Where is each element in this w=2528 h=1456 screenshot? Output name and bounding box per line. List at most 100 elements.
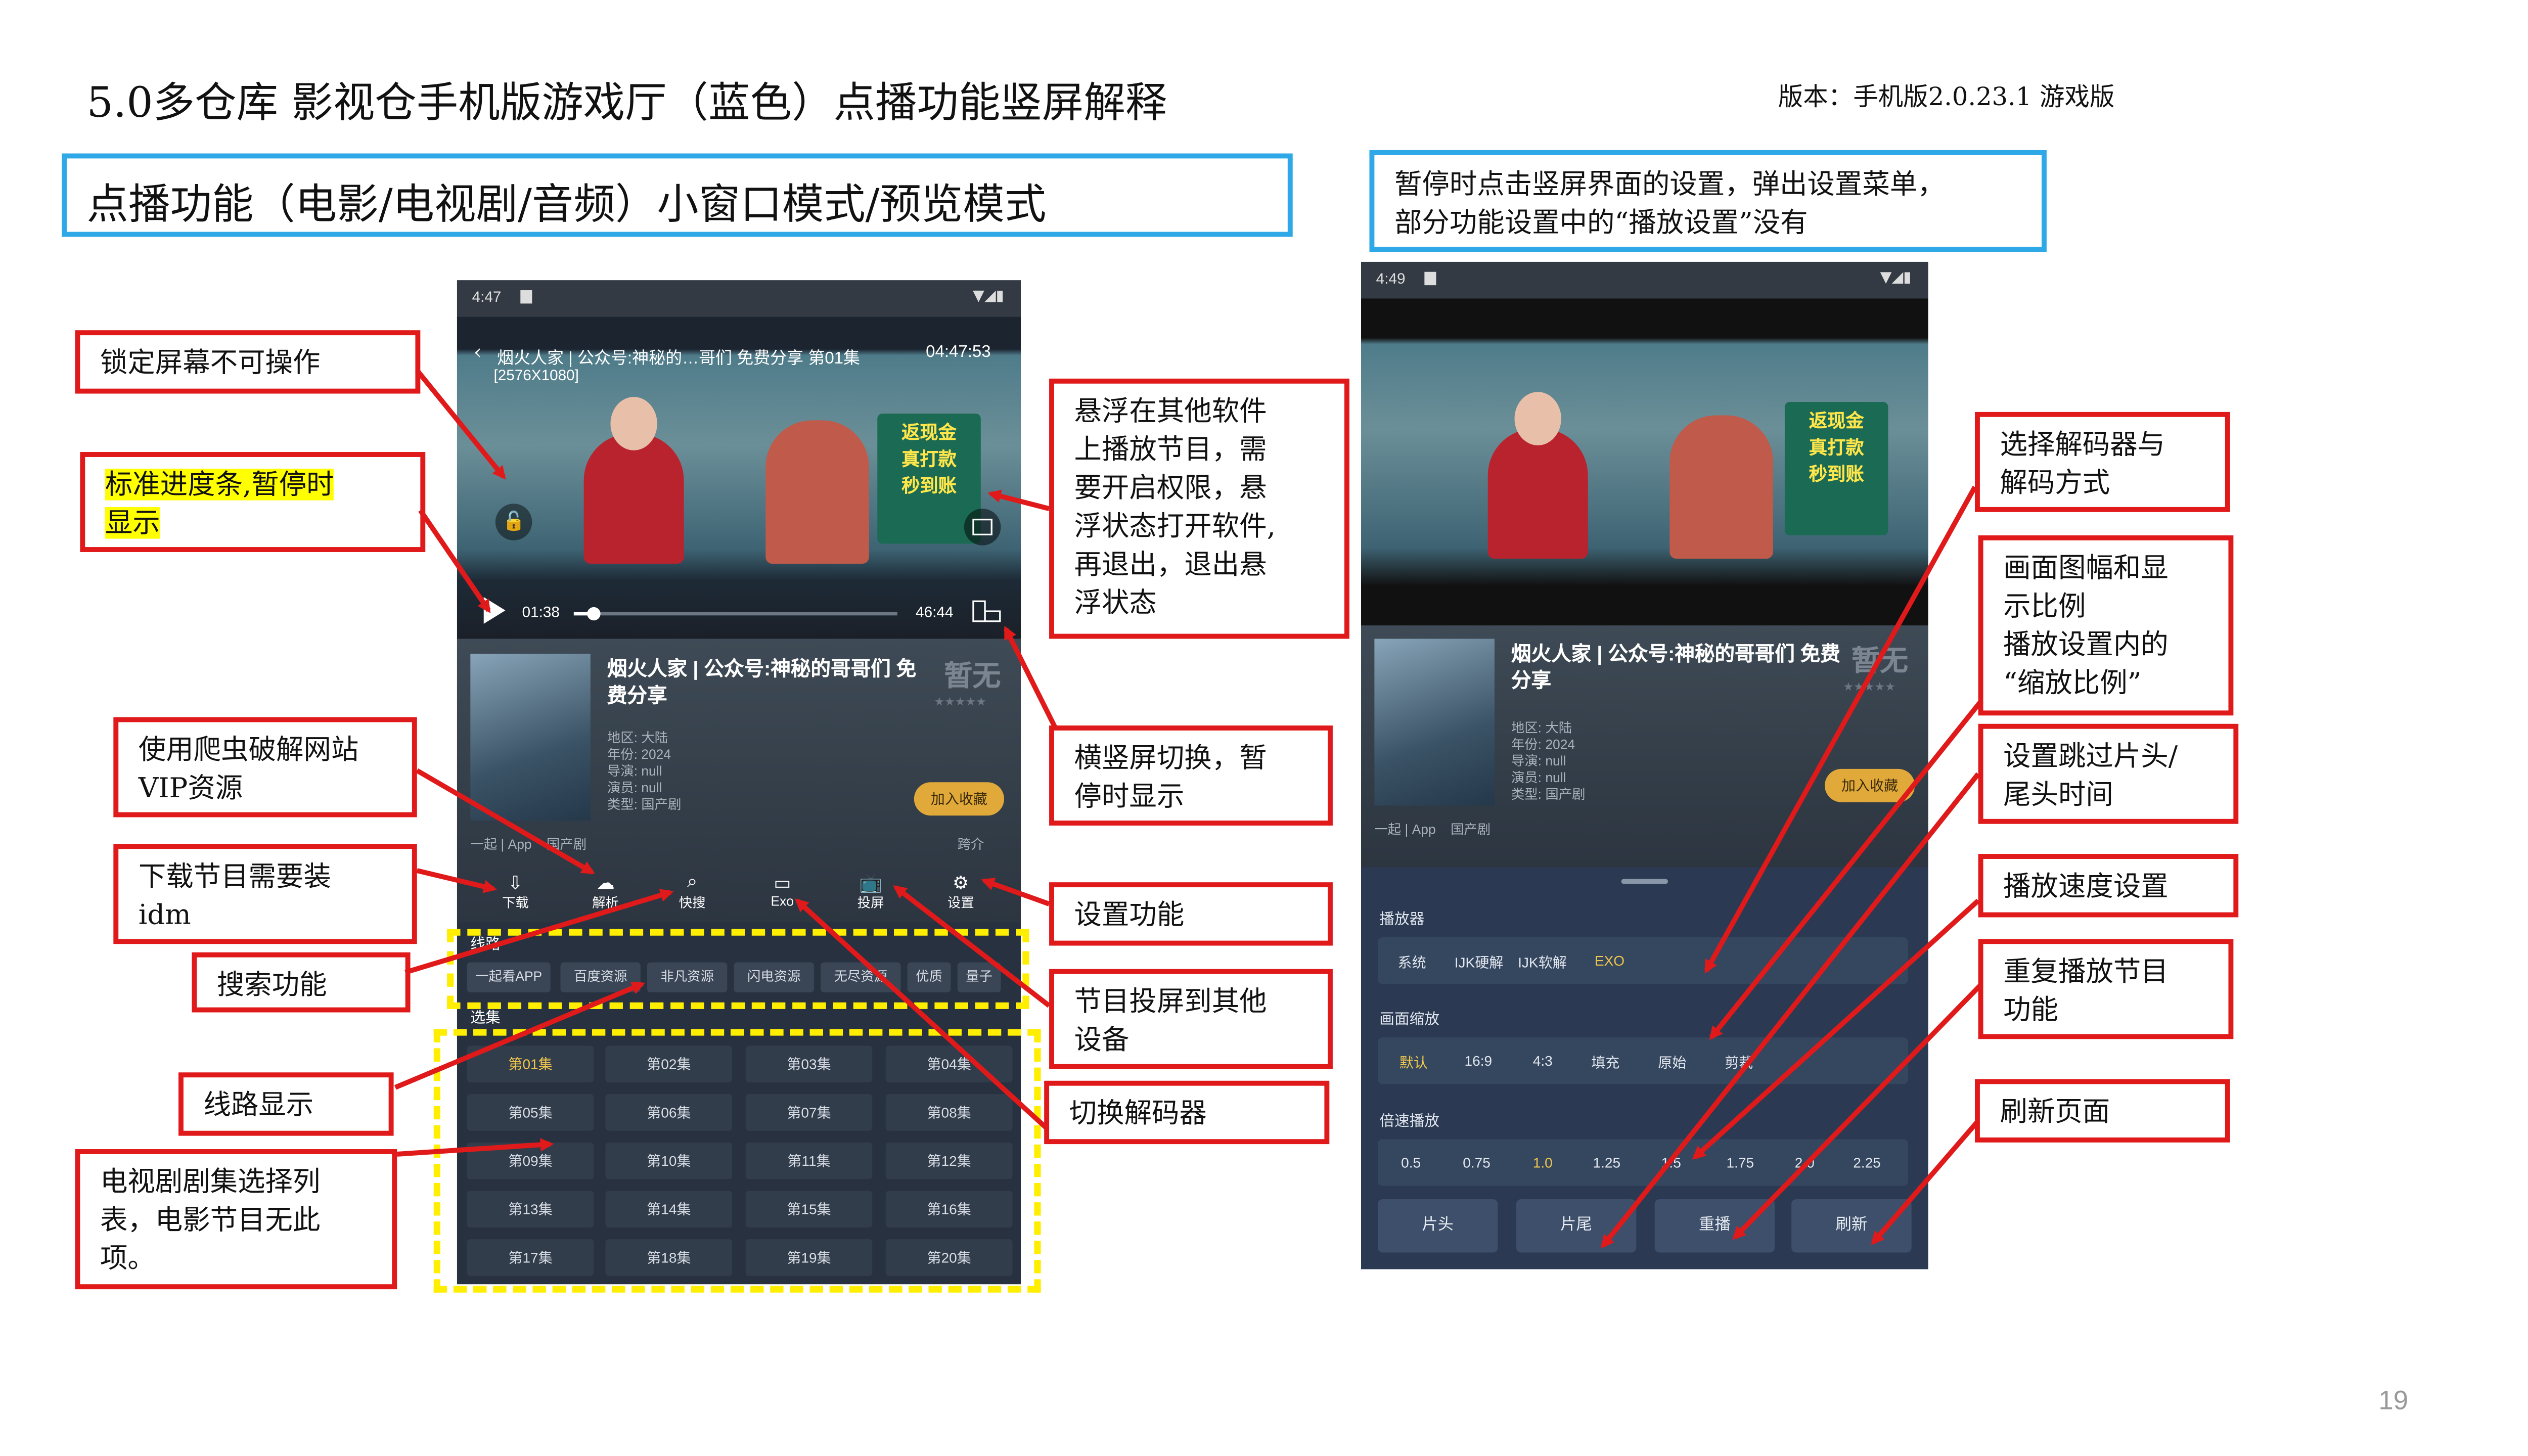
tool-label: 设置 (947, 895, 974, 911)
scale-option[interactable]: 剪裁 (1725, 1053, 1753, 1073)
meta-line-2: 导演: null (607, 763, 662, 779)
meta-line-0: 地区: 大陆 (607, 730, 668, 746)
video-player[interactable]: 烟火人家 | 公众号:神秘的…哥们 免费分享 第01集 04:47:53 [25… (457, 316, 1021, 639)
meta-line-3: 演员: null (607, 780, 662, 796)
meta-line-4: 类型: 国产剧 (1511, 787, 1586, 802)
signal-icon: ▼◢▮ (1880, 270, 1912, 287)
player-option[interactable]: IJK软解 (1518, 952, 1567, 973)
left-header-text: 点播功能（电影/电视剧/音频）小窗口模式/预览模式 (86, 180, 1047, 229)
scale-options-row: 默认 16:9 4:3 填充 原始 剪裁 (1377, 1037, 1909, 1084)
annotation-speed: 播放速度设置 (1978, 854, 2239, 918)
speed-label: 倍速播放 (1379, 1112, 1440, 1129)
annotation-float: 悬浮在其他软件 上播放节目，需 要开启权限，悬 浮状态打开软件, 再退出，退出悬… (1049, 378, 1349, 639)
speed-option[interactable]: 1.25 (1593, 1154, 1621, 1171)
progress-bar[interactable] (573, 607, 897, 621)
speed-option[interactable]: 1.75 (1726, 1154, 1754, 1171)
show-title: 烟火人家 | 公众号:神秘的哥哥们 免费分享 (607, 657, 917, 707)
scale-option[interactable]: 4:3 (1533, 1053, 1553, 1069)
annotation-crawler: 使用爬虫破解网站 VIP资源 (113, 717, 417, 817)
info-panel: 烟火人家 | 公众号:神秘的哥哥们 免费分享 暂无 ★★★★★ 地区: 大陆 年… (457, 639, 1021, 923)
source-line: 一起 | App 国产剧 (1374, 822, 1491, 838)
annotation-download: 下载节目需要装 idm (113, 844, 417, 944)
tool-download[interactable]: ⇩ 下载 (490, 872, 540, 912)
video-ad-banner: 返现金 真打款 秒到账 (1784, 402, 1888, 535)
video-frame-face (1514, 392, 1561, 445)
collect-button[interactable]: 加入收藏 (1825, 768, 1915, 802)
gear-icon: ⚙ (952, 874, 969, 894)
skip-intro-button[interactable]: 片头 (1377, 1199, 1498, 1253)
meta-line-1: 年份: 2024 (1511, 737, 1575, 752)
menu-drag-handle[interactable] (1621, 879, 1668, 884)
video-frame-face (610, 397, 657, 450)
tool-settings[interactable]: ⚙ 设置 (936, 872, 986, 912)
rating-stars: ★★★★★ (934, 695, 986, 709)
float-window-icon[interactable] (964, 509, 1001, 545)
status-bar: 4:47 ▼◢▮ (457, 280, 1021, 317)
annotation-decoder: 切换解码器 (1044, 1080, 1330, 1145)
play-icon[interactable] (483, 597, 506, 624)
scale-option[interactable]: 默认 (1400, 1053, 1428, 1073)
episodes-highlight-box (433, 1029, 1041, 1293)
video-title: 烟火人家 | 公众号:神秘的…哥们 免费分享 第01集 (497, 350, 861, 369)
version-label: 版本：手机版2.0.23.1 游戏版 (1778, 81, 2115, 112)
meta-line-0: 地区: 大陆 (1511, 720, 1572, 736)
collect-button[interactable]: 加入收藏 (914, 782, 1004, 816)
video-frame-person-red (583, 433, 684, 564)
speed-option[interactable]: 0.75 (1463, 1154, 1491, 1171)
tool-cast[interactable]: 📺 投屏 (846, 872, 896, 912)
duration-time: 46:44 (916, 604, 954, 621)
rating-stars: ★★★★★ (1843, 680, 1895, 694)
tool-label: 快搜 (679, 895, 706, 911)
rotate-icon-landscape (984, 610, 1001, 622)
show-title: 烟火人家 | 公众号:神秘的哥哥们 免费分享 (1511, 642, 1840, 693)
speed-option[interactable]: 2.25 (1853, 1154, 1881, 1171)
status-bar: 4:49 ▼◢▮ (1361, 261, 1928, 299)
player-options-row: 系统 IJK硬解 IJK软解 EXO (1377, 937, 1909, 984)
annotation-settings: 设置功能 (1049, 882, 1333, 946)
tool-label: 解析 (592, 895, 619, 911)
scale-option[interactable]: 填充 (1591, 1053, 1619, 1073)
download-icon: ⇩ (508, 874, 523, 894)
player-label: 播放器 (1379, 911, 1425, 928)
replay-button[interactable]: 重播 (1654, 1199, 1775, 1253)
annotation-decoder-mode: 选择解码器与 解码方式 (1975, 412, 2230, 512)
player-option[interactable]: EXO (1595, 952, 1624, 969)
left-header-box: 点播功能（电影/电视剧/音频）小窗口模式/预览模式 (62, 153, 1293, 237)
player-option[interactable]: 系统 (1398, 952, 1426, 973)
meta-line-2: 导演: null (1511, 754, 1566, 769)
annotation-scale: 画面图幅和显 示比例 播放设置内的 “缩放比例” (1978, 535, 2234, 716)
lock-icon[interactable]: 🔓 (495, 504, 532, 540)
annotation-episodes: 电视剧剧集选择列 表，电影节目无此 项。 (75, 1149, 397, 1290)
order-label[interactable]: 跨介 (958, 836, 984, 854)
notification-icon (1424, 271, 1436, 286)
decoder-icon: ▭ (774, 874, 791, 894)
signal-icon: ▼◢▮ (972, 288, 1004, 305)
speed-option[interactable]: 0.5 (1401, 1154, 1421, 1171)
tool-parse[interactable]: ☁ 解析 (580, 872, 630, 912)
right-header-box: 暂停时点击竖屏界面的设置，弹出设置菜单， 部分功能设置中的“播放设置”没有 (1369, 150, 2047, 252)
annotation-cast: 节目投屏到其他 设备 (1049, 969, 1333, 1069)
refresh-button[interactable]: 刷新 (1791, 1199, 1912, 1253)
annotation-lock: 锁定屏幕不可操作 (75, 330, 421, 394)
tool-decoder[interactable]: ▭ Exo (757, 872, 807, 909)
meta-line-3: 演员: null (1511, 770, 1566, 786)
speed-option[interactable]: 2.0 (1795, 1154, 1815, 1171)
progress-thumb[interactable] (587, 607, 601, 621)
slide-title: 5.0多仓库 影视仓手机版游戏厅（蓝色）点播功能竖屏解释 (86, 78, 1167, 127)
tool-quick-search[interactable]: ⌕ 快搜 (667, 872, 717, 912)
speed-option[interactable]: 1.5 (1661, 1154, 1681, 1171)
tool-label: Exo (771, 894, 794, 909)
player-option[interactable]: IJK硬解 (1455, 952, 1504, 973)
back-icon[interactable]: ‹ (474, 340, 482, 363)
video-player[interactable]: 返现金 真打款 秒到账 (1361, 298, 1928, 626)
no-rating-label: 暂无 (1851, 645, 1909, 677)
annotation-search: 搜索功能 (192, 952, 411, 1013)
scale-option[interactable]: 16:9 (1465, 1053, 1493, 1069)
notification-icon (520, 290, 532, 304)
speed-option[interactable]: 1.0 (1533, 1154, 1553, 1171)
no-rating-label: 暂无 (944, 660, 1001, 693)
scale-option[interactable]: 原始 (1658, 1053, 1686, 1073)
info-panel: 烟火人家 | 公众号:神秘的哥哥们 免费分享 暂无 ★★★★★ 地区: 大陆 年… (1361, 625, 1928, 868)
annotation-progress-text: 标准进度条,暂停时 显示 (105, 469, 334, 539)
skip-outro-button[interactable]: 片尾 (1516, 1199, 1637, 1253)
